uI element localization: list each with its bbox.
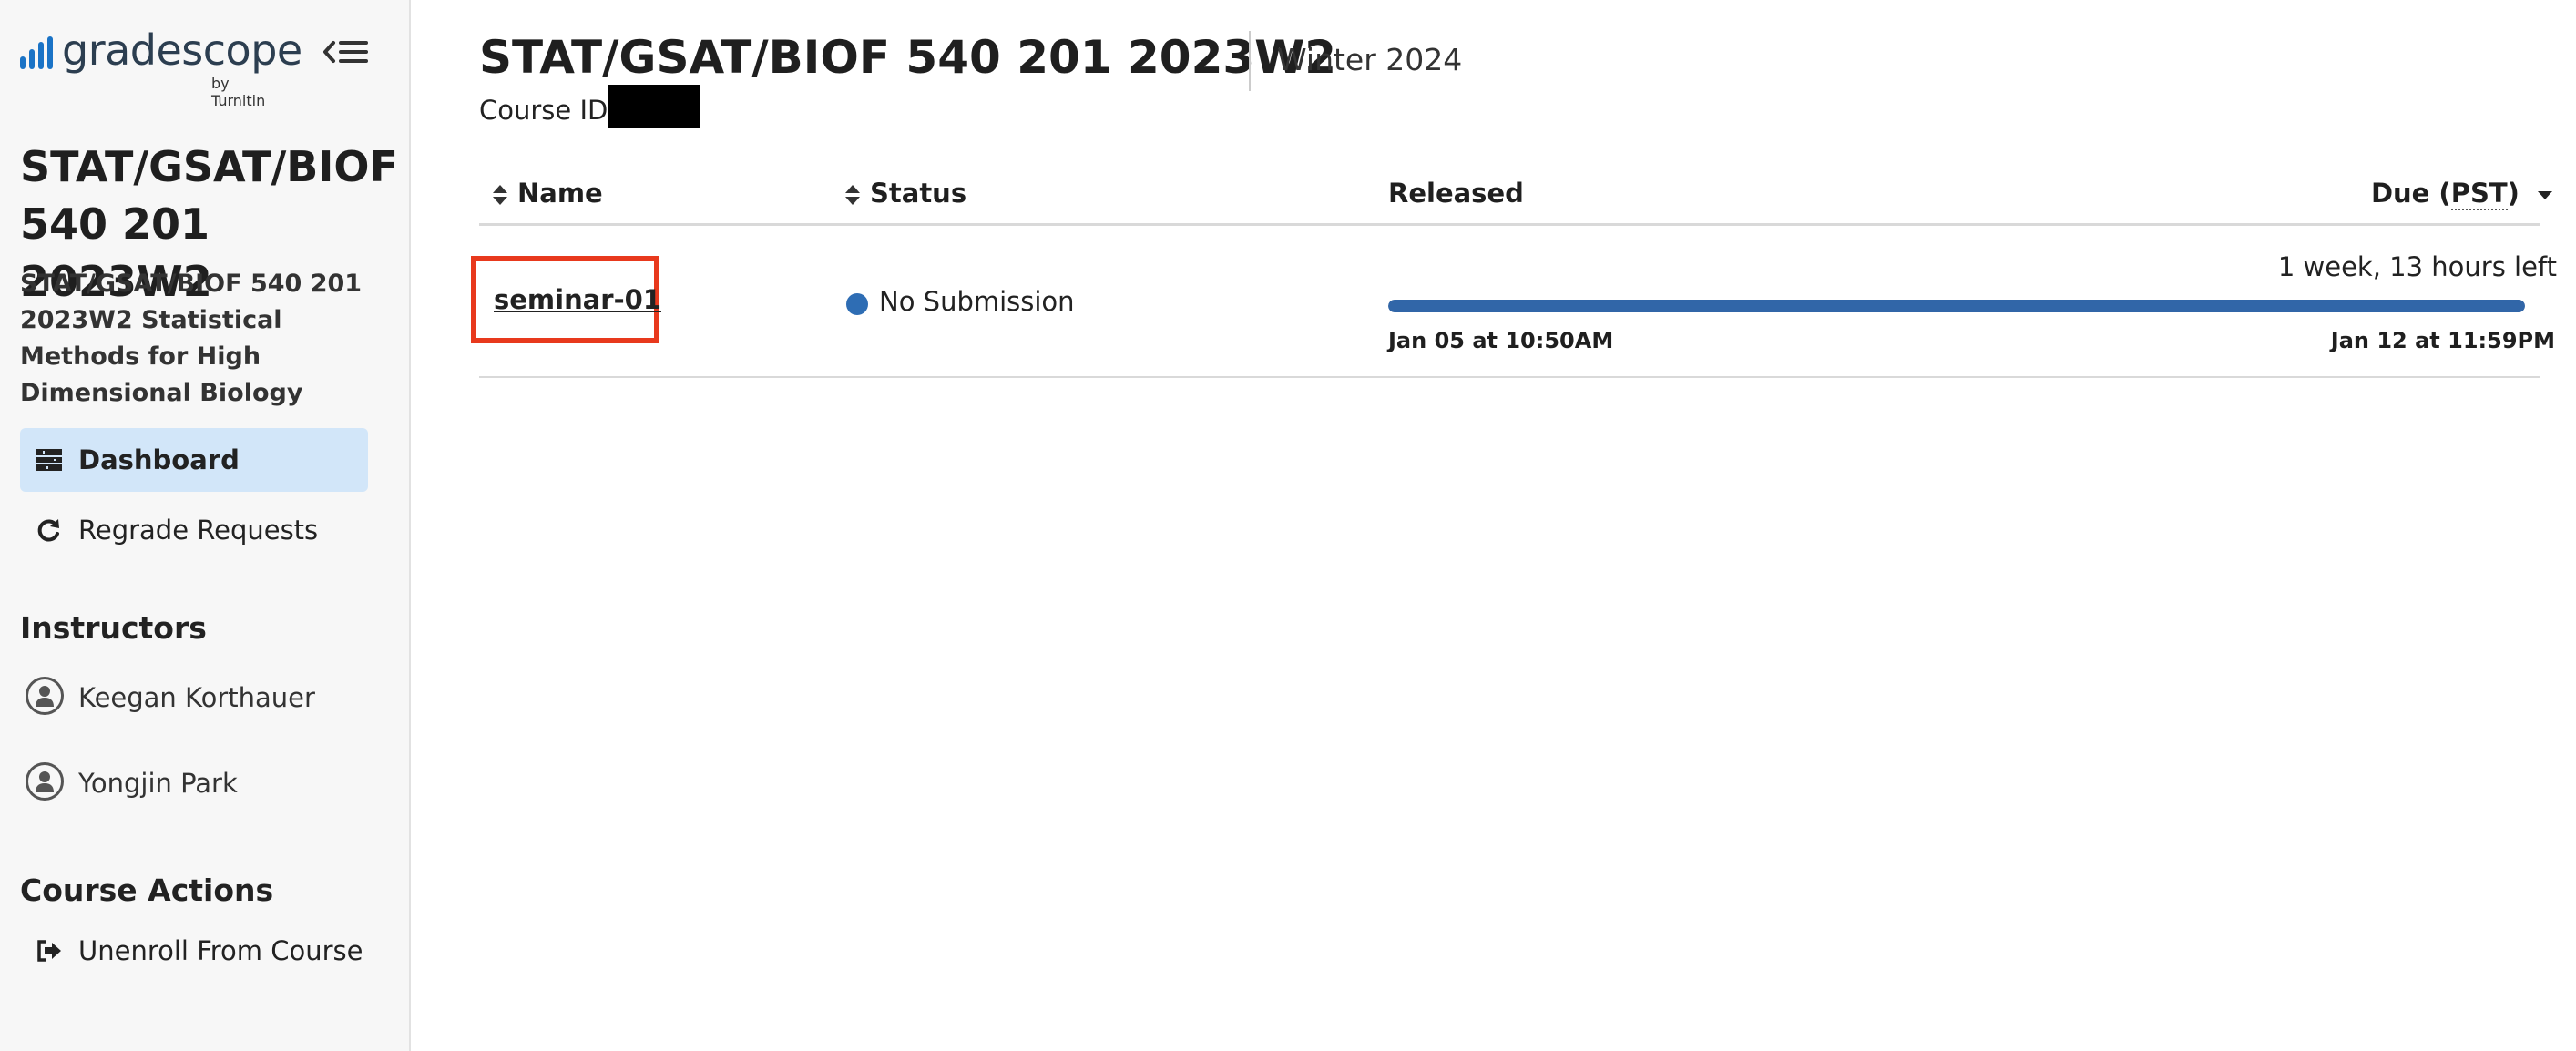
- sort-icon: [845, 185, 860, 205]
- sidebar-item-label: Regrade Requests: [78, 515, 319, 546]
- time-left-text: 1 week, 13 hours left: [2277, 251, 2557, 282]
- table-row-divider: [479, 376, 2540, 378]
- column-header-released: Released: [1388, 178, 1524, 209]
- instructors-heading: Instructors: [20, 610, 207, 646]
- sidebar-course-subtitle: STAT/GSAT/BIOF 540 201 2023W2 Statistica…: [20, 270, 363, 407]
- logo-wordmark: gradescope: [62, 26, 302, 75]
- released-date: Jan 05 at 10:50AM: [1388, 328, 1614, 353]
- column-header-name[interactable]: Name: [492, 178, 603, 209]
- instructor-name: Keegan Korthauer: [78, 682, 315, 713]
- refresh-icon: [33, 498, 66, 566]
- sidebar-item-label: Dashboard: [78, 444, 240, 475]
- sort-desc-icon: [2538, 191, 2552, 199]
- assignment-link[interactable]: seminar-01: [494, 284, 661, 315]
- main-content: STAT/GSAT/BIOF 540 201 2023W2 Winter 202…: [411, 0, 2576, 1051]
- title-divider: [1249, 31, 1251, 91]
- sidebar-item-regrade-requests[interactable]: Regrade Requests: [20, 498, 368, 562]
- due-progress-fill: [1388, 300, 2525, 312]
- unenroll-label: Unenroll From Course: [78, 935, 363, 966]
- user-avatar-icon: [26, 762, 64, 801]
- logo-byline: by Turnitin: [211, 75, 266, 109]
- column-header-label: Status: [870, 178, 967, 209]
- instructor-name: Yongjin Park: [78, 768, 238, 799]
- status-text: No Submission: [879, 286, 1075, 317]
- column-header-label: Released: [1388, 178, 1524, 209]
- course-actions-heading: Course Actions: [20, 872, 274, 908]
- dashboard-icon: [33, 428, 66, 495]
- logo-bars-icon: [20, 36, 53, 69]
- course-term: Winter 2024: [1277, 42, 1463, 77]
- course-id-label: Course ID:: [479, 95, 618, 126]
- user-avatar-icon: [26, 677, 64, 715]
- collapse-menu-icon: [323, 41, 368, 63]
- sidebar-item-dashboard[interactable]: Dashboard: [20, 428, 368, 492]
- column-header-label: Name: [517, 178, 603, 209]
- gradescope-logo[interactable]: gradescope by Turnitin: [18, 26, 302, 109]
- due-date: Jan 12 at 11:59PM: [2330, 328, 2555, 353]
- collapse-sidebar-button[interactable]: [319, 36, 373, 75]
- sign-out-icon: [33, 919, 66, 985]
- course-id-redacted: [608, 85, 700, 128]
- sidebar: gradescope by Turnitin STAT/GSAT/BIOF 54…: [0, 0, 411, 1051]
- column-header-label: Due (: [2370, 178, 2451, 209]
- column-header-status[interactable]: Status: [844, 178, 966, 209]
- page-title: STAT/GSAT/BIOF 540 201 2023W2: [479, 31, 1337, 84]
- sort-icon: [493, 185, 507, 205]
- unenroll-from-course-button[interactable]: Unenroll From Course: [20, 919, 368, 983]
- column-header-label: ): [2507, 178, 2520, 209]
- due-progress-bar: [1388, 300, 2525, 312]
- timezone-abbr: PST: [2450, 178, 2508, 210]
- column-header-due[interactable]: Due (PST): [2370, 178, 2554, 210]
- status-dot-icon: [846, 293, 868, 315]
- table-header-divider: [479, 223, 2540, 226]
